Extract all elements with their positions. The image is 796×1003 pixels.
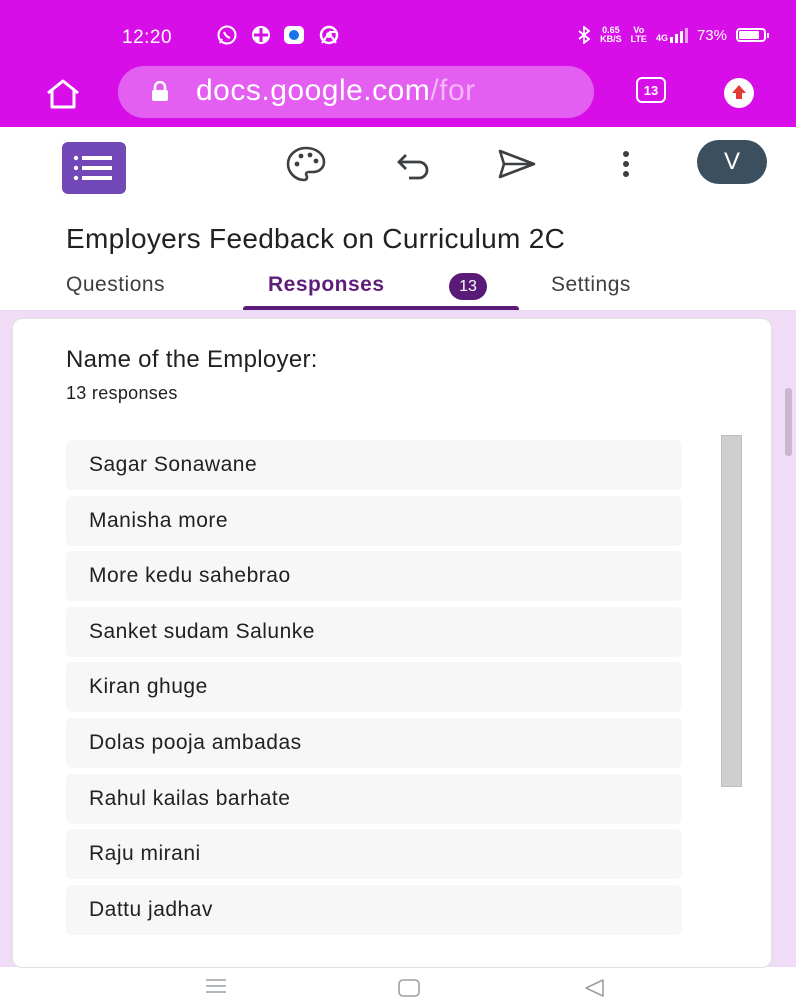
browser-chrome: 12:20 0.65 KB/S Vo LTE 4G 73% docs.google.…	[0, 0, 796, 127]
google-forms-logo[interactable]	[62, 142, 126, 194]
responses-count-badge: 13	[449, 273, 487, 300]
list-item: Rahul kailas barhate	[66, 773, 682, 824]
question-title: Name of the Employer:	[66, 346, 318, 373]
url-text[interactable]: docs.google.com/for	[196, 74, 476, 108]
list-item: Dattu jadhav	[66, 884, 682, 935]
update-icon[interactable]	[724, 78, 754, 108]
list-item: More kedu sahebrao	[66, 551, 682, 602]
battery-icon	[736, 28, 769, 42]
lock-icon	[152, 81, 168, 101]
bluetooth-icon	[578, 26, 591, 44]
list-item: Kiran ghuge	[66, 662, 682, 713]
back-nav-icon[interactable]	[583, 978, 605, 998]
status-bar: 12:20 0.65 KB/S Vo LTE 4G 73%	[0, 0, 796, 60]
menu-icon[interactable]	[205, 978, 227, 994]
account-avatar[interactable]: V	[697, 140, 767, 184]
list-item: Sanket sudam Salunke	[66, 606, 682, 657]
tab-settings[interactable]: Settings	[551, 273, 631, 297]
response-count: 13 responses	[66, 383, 178, 403]
home-icon[interactable]	[44, 78, 82, 110]
whatsapp-icon	[217, 25, 237, 45]
chrome-icon	[319, 25, 339, 45]
form-title: Employers Feedback on Curriculum 2C	[66, 223, 566, 254]
page-scrollbar[interactable]	[785, 388, 792, 456]
status-time: 12:20	[122, 27, 173, 48]
palette-icon[interactable]	[284, 144, 328, 184]
response-list[interactable]: Sagar Sonawane Manisha more More kedu sa…	[66, 440, 682, 940]
tab-switcher-button[interactable]: 13	[636, 77, 666, 103]
more-options-icon[interactable]	[604, 144, 648, 184]
net-speed: 0.65 KB/S	[600, 25, 622, 44]
send-icon[interactable]	[495, 144, 539, 184]
tab-questions[interactable]: Questions	[66, 273, 165, 297]
list-item: Raju mirani	[66, 829, 682, 880]
camera-app-icon	[284, 26, 304, 44]
app-notification-icon	[252, 26, 270, 44]
tab-responses[interactable]: Responses	[268, 273, 385, 297]
list-item: Dolas pooja ambadas	[66, 717, 682, 768]
battery-percent: 73%	[696, 26, 727, 44]
status-right: 0.65 KB/S Vo LTE 4G 73%	[577, 25, 769, 44]
list-item: Manisha more	[66, 495, 682, 546]
response-list-scrollbar[interactable]	[721, 435, 742, 787]
home-nav-icon[interactable]	[397, 978, 421, 998]
undo-icon[interactable]	[392, 144, 436, 184]
signal-icon: 4G	[656, 27, 688, 43]
list-item: Sagar Sonawane	[66, 440, 682, 490]
volte-indicator: Vo LTE	[630, 25, 647, 44]
